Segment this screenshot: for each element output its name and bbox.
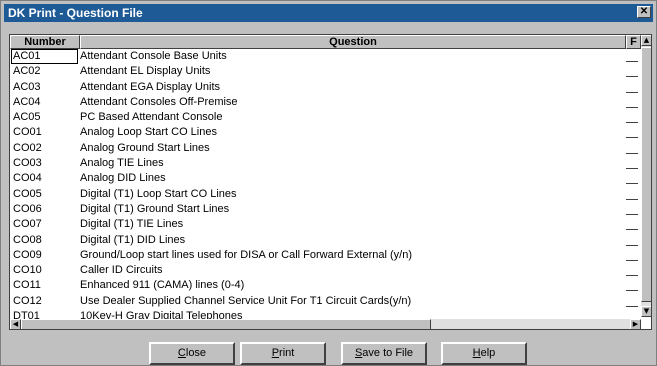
question-number-cell[interactable]: CO02 xyxy=(11,141,78,156)
answer-field[interactable] xyxy=(626,244,638,246)
question-text-cell[interactable]: Attendant EL Display Units xyxy=(80,64,620,79)
answer-field[interactable] xyxy=(626,259,638,261)
horizontal-scrollbar[interactable]: ◀ ▶ xyxy=(10,319,641,329)
question-number-cell[interactable]: AC03 xyxy=(11,80,78,95)
answer-field[interactable] xyxy=(626,122,638,124)
table-row[interactable]: AC01 Attendant Console Base Units xyxy=(10,49,640,64)
question-number-cell[interactable]: AC05 xyxy=(11,110,78,125)
question-text-cell[interactable]: Analog Ground Start Lines xyxy=(80,141,620,156)
answer-field[interactable] xyxy=(626,305,638,307)
close-button[interactable]: Close xyxy=(149,342,235,365)
table-row[interactable]: CO11 Enhanced 911 (CAMA) lines (0-4) xyxy=(10,278,640,293)
table-row[interactable]: CO06 Digital (T1) Ground Start Lines xyxy=(10,202,640,217)
question-text-cell[interactable]: Attendant EGA Display Units xyxy=(80,80,620,95)
question-number-cell[interactable]: AC02 xyxy=(11,64,78,79)
question-text-cell[interactable]: Analog TIE Lines xyxy=(80,156,620,171)
table-row[interactable]: CO01 Analog Loop Start CO Lines xyxy=(10,125,640,140)
answer-field[interactable] xyxy=(626,213,638,215)
save-to-file-button[interactable]: Save to File xyxy=(341,342,427,365)
question-number-cell[interactable]: CO05 xyxy=(11,187,78,202)
window-title: DK Print - Question File xyxy=(8,6,143,20)
answer-field[interactable] xyxy=(626,229,638,231)
question-number-cell[interactable]: CO01 xyxy=(11,125,78,140)
scroll-right-icon[interactable]: ▶ xyxy=(630,319,641,329)
question-text-cell[interactable]: Use Dealer Supplied Channel Service Unit… xyxy=(80,294,620,309)
question-text-cell[interactable]: Attendant Consoles Off-Premise xyxy=(80,95,620,110)
column-header-number[interactable]: Number xyxy=(10,35,80,49)
answer-field[interactable] xyxy=(626,275,638,277)
table-row[interactable]: CO12 Use Dealer Supplied Channel Service … xyxy=(10,294,640,309)
table-row[interactable]: CO05 Digital (T1) Loop Start CO Lines xyxy=(10,187,640,202)
help-button[interactable]: Help xyxy=(441,342,527,365)
table-row[interactable]: CO07 Digital (T1) TIE Lines xyxy=(10,217,640,232)
question-text-cell[interactable]: Digital (T1) Ground Start Lines xyxy=(80,202,620,217)
answer-field[interactable] xyxy=(626,76,638,78)
grid-header: Number Question F xyxy=(10,35,651,49)
question-number-cell[interactable]: CO06 xyxy=(11,202,78,217)
close-icon[interactable]: ✕ xyxy=(637,6,651,18)
question-text-cell[interactable]: Caller ID Circuits xyxy=(80,263,620,278)
table-row[interactable]: CO03 Analog TIE Lines xyxy=(10,156,640,171)
answer-field[interactable] xyxy=(626,168,638,170)
table-row[interactable]: CO08 Digital (T1) DID Lines xyxy=(10,233,640,248)
question-text-cell[interactable]: Attendant Console Base Units xyxy=(80,49,620,64)
question-text-cell[interactable]: Enhanced 911 (CAMA) lines (0-4) xyxy=(80,278,620,293)
table-row[interactable]: AC05 PC Based Attendant Console xyxy=(10,110,640,125)
answer-field[interactable] xyxy=(626,290,638,292)
table-row[interactable]: AC03 Attendant EGA Display Units xyxy=(10,80,640,95)
question-text-cell[interactable]: Digital (T1) Loop Start CO Lines xyxy=(80,187,620,202)
print-button[interactable]: Print xyxy=(240,342,326,365)
table-row[interactable]: CO09 Ground/Loop start lines used for DIS… xyxy=(10,248,640,263)
question-number-cell[interactable]: CO11 xyxy=(11,278,78,293)
question-number-cell[interactable]: AC01 xyxy=(11,49,78,64)
answer-field[interactable] xyxy=(626,91,638,93)
answer-field[interactable] xyxy=(626,183,638,185)
question-text-cell[interactable]: Digital (T1) DID Lines xyxy=(80,233,620,248)
question-text-cell[interactable]: PC Based Attendant Console xyxy=(80,110,620,125)
scroll-up-icon[interactable]: ▲ xyxy=(641,35,651,46)
question-number-cell[interactable]: CO09 xyxy=(11,248,78,263)
table-row[interactable]: CO02 Analog Ground Start Lines xyxy=(10,141,640,156)
table-row[interactable]: CO04 Analog DID Lines xyxy=(10,171,640,186)
question-number-cell[interactable]: CO08 xyxy=(11,233,78,248)
question-text-cell[interactable]: Analog DID Lines xyxy=(80,171,620,186)
question-number-cell[interactable]: CO07 xyxy=(11,217,78,232)
column-header-question[interactable]: Question xyxy=(80,35,626,49)
answer-field[interactable] xyxy=(626,106,638,108)
grid-rows: AC01 Attendant Console Base Units AC02 Atte… xyxy=(10,49,640,324)
answer-field[interactable] xyxy=(626,137,638,139)
question-number-cell[interactable]: CO10 xyxy=(11,263,78,278)
question-grid: Number Question F AC01 Attendant Console … xyxy=(9,34,652,330)
dialog-window: DK Print - Question File ✕ Number Questi… xyxy=(0,0,657,366)
question-text-cell[interactable]: Digital (T1) TIE Lines xyxy=(80,217,620,232)
question-number-cell[interactable]: CO04 xyxy=(11,171,78,186)
question-number-cell[interactable]: CO03 xyxy=(11,156,78,171)
vertical-scroll-thumb[interactable] xyxy=(641,47,651,302)
question-text-cell[interactable]: Ground/Loop start lines used for DISA or… xyxy=(80,248,620,263)
scroll-down-icon[interactable]: ▼ xyxy=(641,306,651,317)
column-header-f[interactable]: F xyxy=(626,35,641,49)
answer-field[interactable] xyxy=(626,198,638,200)
question-text-cell[interactable]: Analog Loop Start CO Lines xyxy=(80,125,620,140)
question-number-cell[interactable]: AC04 xyxy=(11,95,78,110)
answer-field[interactable] xyxy=(626,152,638,154)
vertical-scrollbar[interactable]: ▲ ▼ xyxy=(641,35,651,317)
answer-field[interactable] xyxy=(626,61,638,62)
title-bar[interactable]: DK Print - Question File ✕ xyxy=(4,4,653,22)
table-row[interactable]: CO10 Caller ID Circuits xyxy=(10,263,640,278)
horizontal-scroll-thumb[interactable] xyxy=(21,319,431,329)
table-row[interactable]: AC04 Attendant Consoles Off-Premise xyxy=(10,95,640,110)
table-row[interactable]: AC02 Attendant EL Display Units xyxy=(10,64,640,79)
scroll-left-icon[interactable]: ◀ xyxy=(10,319,21,329)
question-number-cell[interactable]: CO12 xyxy=(11,294,78,309)
